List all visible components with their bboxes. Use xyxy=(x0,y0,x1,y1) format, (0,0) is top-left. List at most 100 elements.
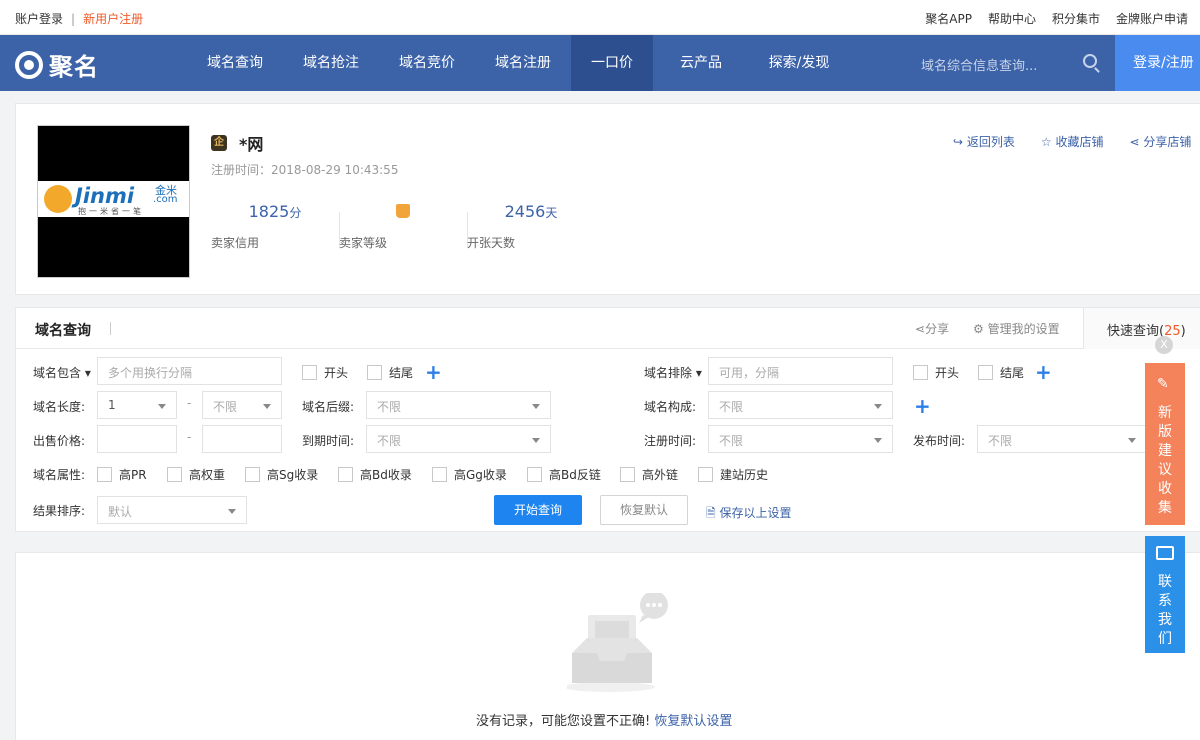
feedback-button[interactable]: ✎ 新 版 建 议 收 集 xyxy=(1145,363,1185,525)
contains-start-label: 开头 xyxy=(324,366,349,380)
attr-bdlink-label: 高Bd反链 xyxy=(549,468,601,482)
app-link[interactable]: 聚名APP xyxy=(925,10,972,27)
checkbox-box[interactable] xyxy=(913,365,928,380)
nav-item-snap[interactable]: 域名抢注 xyxy=(283,35,379,91)
attr-pr-checkbox[interactable]: 高PR xyxy=(97,466,147,483)
price-max-input[interactable] xyxy=(202,425,282,453)
nav-item-explore[interactable]: 探索/发现 xyxy=(749,35,849,91)
shop-name: *网 xyxy=(239,135,264,154)
register-link[interactable]: 新用户注册 xyxy=(83,12,143,26)
share-settings-label: 分享 xyxy=(925,322,950,336)
expire-select[interactable]: 不限 xyxy=(366,425,551,453)
contact-char: 系 xyxy=(1158,593,1172,609)
attr-bdlink-checkbox[interactable]: 高Bd反链 xyxy=(527,466,601,483)
back-to-list-label: 返回列表 xyxy=(966,135,1015,149)
login-register-button[interactable]: 登录/注册 xyxy=(1115,35,1200,91)
nav-item-domain-query[interactable]: 域名查询 xyxy=(187,35,283,91)
nav-item-fixed-price[interactable]: 一口价 xyxy=(571,35,653,91)
save-settings-link[interactable]: 🗎 保存以上设置 xyxy=(706,504,791,525)
credit-unit: 分 xyxy=(289,206,302,220)
site-logo[interactable]: 聚名 xyxy=(15,47,99,82)
checkbox-box[interactable] xyxy=(338,467,353,482)
nav-item-register[interactable]: 域名注册 xyxy=(475,35,571,91)
length-min-select[interactable]: 1 xyxy=(97,391,177,419)
search-button[interactable]: 开始查询 xyxy=(494,495,582,525)
checkbox-box[interactable] xyxy=(620,467,635,482)
feedback-char: 集 xyxy=(1158,500,1172,516)
contains-label[interactable]: 域名包含 ▾ xyxy=(33,364,91,381)
checkbox-box[interactable] xyxy=(367,365,382,380)
attr-sg-checkbox[interactable]: 高Sg收录 xyxy=(245,466,318,483)
checkbox-box[interactable] xyxy=(97,467,112,482)
checkbox-box[interactable] xyxy=(432,467,447,482)
contact-us-button[interactable]: 联 系 我 们 xyxy=(1145,536,1185,653)
points-link[interactable]: 积分集市 xyxy=(1052,10,1100,27)
feedback-text: 新 版 建 议 收 集 xyxy=(1158,404,1172,518)
favorite-shop-link[interactable]: ☆ 收藏店铺 xyxy=(1041,133,1104,150)
quick-query-close-paren: ) xyxy=(1180,324,1186,339)
contains-input[interactable]: 多个用换行分隔 xyxy=(97,357,282,385)
contains-add-icon[interactable]: + xyxy=(425,362,442,382)
compose-select[interactable]: 不限 xyxy=(708,391,893,419)
help-link[interactable]: 帮助中心 xyxy=(988,10,1036,27)
empty-inbox-icon xyxy=(567,593,668,692)
share-settings-link[interactable]: ⋖分享 xyxy=(915,320,949,337)
regtime-select[interactable]: 不限 xyxy=(708,425,893,453)
checkbox-box[interactable] xyxy=(978,365,993,380)
exclude-end-checkbox[interactable]: 结尾 xyxy=(978,364,1024,381)
attr-bd-checkbox[interactable]: 高Bd收录 xyxy=(338,466,412,483)
attr-history-checkbox[interactable]: 建站历史 xyxy=(698,466,768,483)
publish-select[interactable]: 不限 xyxy=(977,425,1147,453)
suffix-select[interactable]: 不限 xyxy=(366,391,551,419)
attr-outlink-checkbox[interactable]: 高外链 xyxy=(620,466,678,483)
exclude-add-icon[interactable]: + xyxy=(1035,362,1052,382)
contact-char: 们 xyxy=(1158,631,1172,647)
shop-links: ↪ 返回列表 ☆ 收藏店铺 ⋖ 分享店铺 xyxy=(953,133,1191,150)
coin-icon xyxy=(44,185,72,213)
contact-text: 联 系 我 们 xyxy=(1158,573,1172,649)
expire-label: 到期时间: xyxy=(302,434,355,448)
checkbox-box[interactable] xyxy=(167,467,182,482)
sort-select[interactable]: 默认 xyxy=(97,496,247,524)
nav-search[interactable]: 域名综合信息查询... xyxy=(905,35,1115,91)
shop-logo-slogan: 抱一米省一笔 xyxy=(78,207,144,216)
contains-end-checkbox[interactable]: 结尾 xyxy=(367,364,413,381)
restore-default-link[interactable]: 恢复默认设置 xyxy=(654,714,732,729)
price-label: 出售价格: xyxy=(33,434,86,448)
regtime-label: 注册时间: xyxy=(644,434,697,448)
attr-weight-label: 高权重 xyxy=(189,468,226,482)
exclude-start-checkbox[interactable]: 开头 xyxy=(913,364,959,381)
attr-gg-checkbox[interactable]: 高Gg收录 xyxy=(432,466,507,483)
shop-stats: 1825分 卖家信用 卖家等级 2456天 开张天数 xyxy=(211,202,595,250)
checkbox-box[interactable] xyxy=(698,467,713,482)
contains-end-label: 结尾 xyxy=(389,366,414,380)
checkbox-box[interactable] xyxy=(245,467,260,482)
shop-logo: Jinmi 金米 .com 抱一米省一笔 xyxy=(37,125,190,278)
reset-button[interactable]: 恢复默认 xyxy=(600,495,688,525)
manage-settings-link[interactable]: ⚙ 管理我的设置 xyxy=(973,320,1060,337)
search-input[interactable]: 域名综合信息查询... xyxy=(921,55,1037,74)
nav-item-cloud[interactable]: 云产品 xyxy=(653,35,749,91)
gold-account-link[interactable]: 金牌账户申请 xyxy=(1116,10,1188,27)
exclude-label[interactable]: 域名排除 ▾ xyxy=(644,364,702,381)
compose-add-icon[interactable]: + xyxy=(914,396,931,416)
query-title: 域名查询 xyxy=(35,323,91,339)
checkbox-box[interactable] xyxy=(527,467,542,482)
manage-settings-label: 管理我的设置 xyxy=(987,322,1060,336)
main-nav: 聚名 域名查询 域名抢注 域名竞价 域名注册 一口价 云产品 探索/发现 域名综… xyxy=(0,35,1200,91)
back-to-list-link[interactable]: ↪ 返回列表 xyxy=(953,133,1015,150)
top-separator: | xyxy=(71,12,76,26)
contains-start-checkbox[interactable]: 开头 xyxy=(302,364,348,381)
nav-item-auction[interactable]: 域名竞价 xyxy=(379,35,475,91)
quick-query-tab[interactable]: 快速查询(25) xyxy=(1083,308,1200,349)
feedback-close-button[interactable]: X xyxy=(1155,336,1173,354)
login-link[interactable]: 账户登录 xyxy=(15,12,63,26)
shop-reg-time: 注册时间：2018-08-29 10:43:55 xyxy=(211,163,399,177)
exclude-input[interactable]: 可用，分隔 xyxy=(708,357,893,385)
search-icon[interactable] xyxy=(1083,54,1097,68)
attr-weight-checkbox[interactable]: 高权重 xyxy=(167,466,225,483)
length-max-select[interactable]: 不限 xyxy=(202,391,282,419)
share-shop-link[interactable]: ⋖ 分享店铺 xyxy=(1129,133,1191,150)
checkbox-box[interactable] xyxy=(302,365,317,380)
price-min-input[interactable] xyxy=(97,425,177,453)
